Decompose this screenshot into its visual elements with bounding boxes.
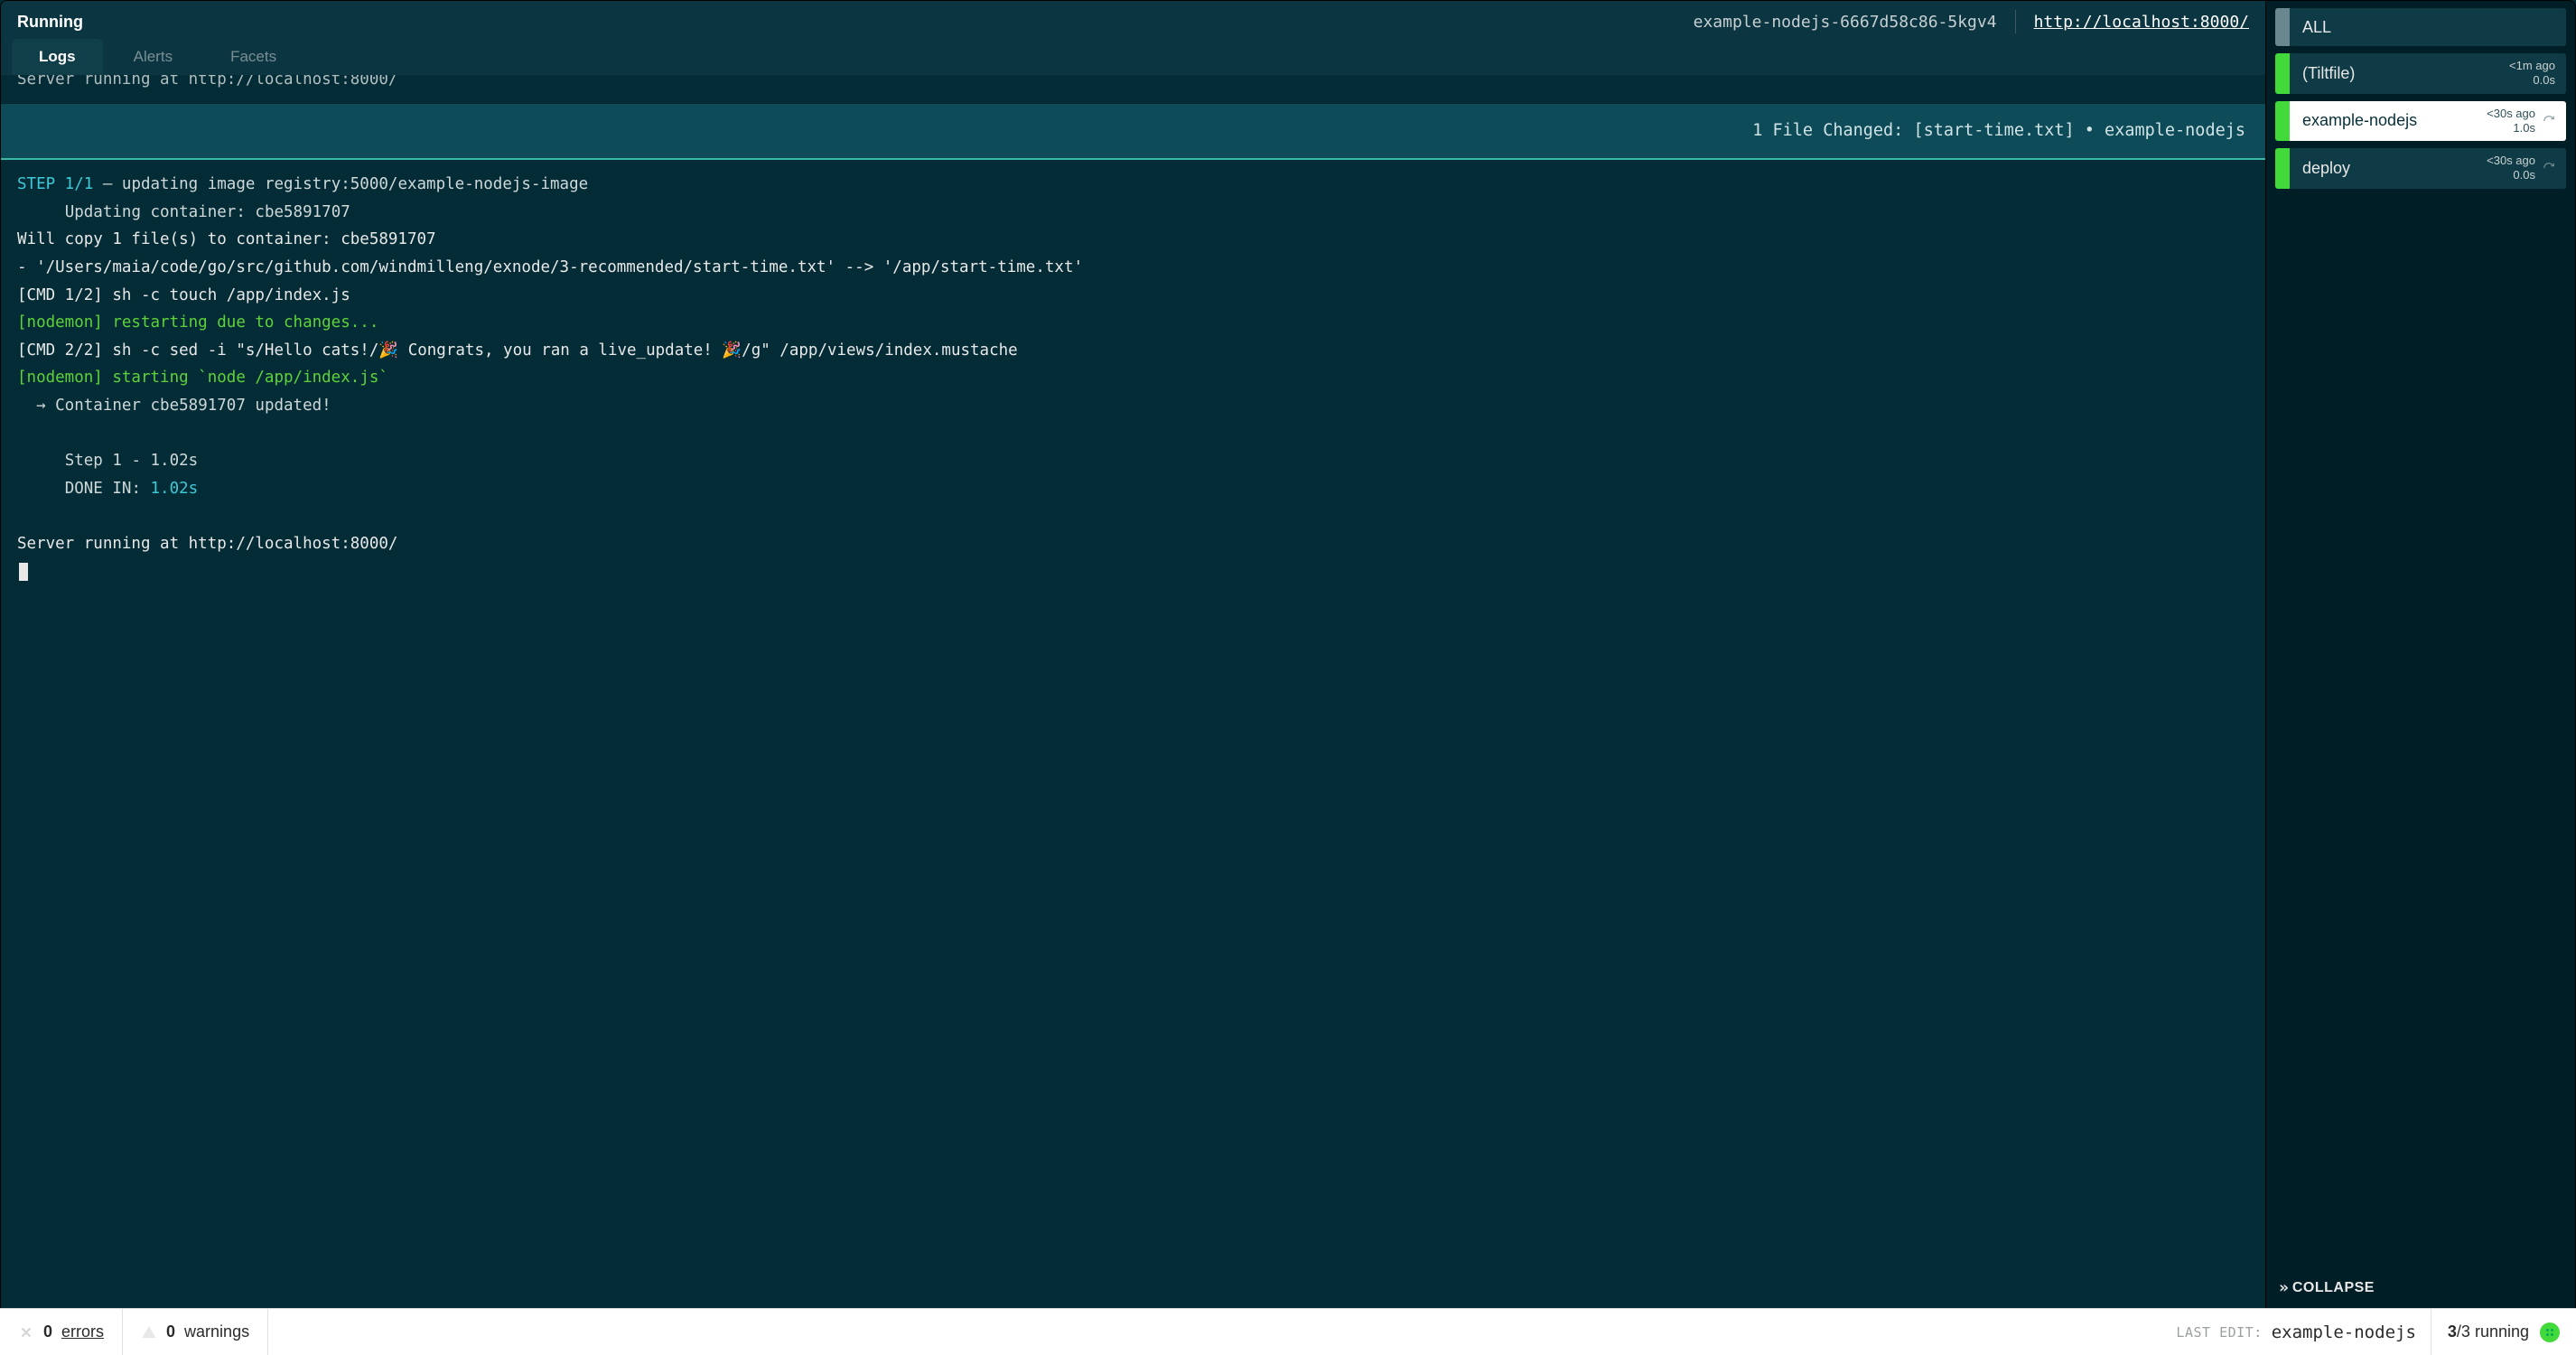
- resource-dur: 1.0s: [2513, 121, 2535, 136]
- status-bar: 0 errors 0 warnings LAST EDIT: example-n…: [0, 1308, 2576, 1355]
- refresh-icon: [2543, 115, 2555, 127]
- log-line: Server running at http://localhost:8000/: [17, 530, 2249, 558]
- running-total: 3: [2461, 1322, 2470, 1341]
- sidebar-item-all[interactable]: ALL: [2275, 8, 2566, 46]
- resource-name: example-nodejs: [2302, 111, 2417, 130]
- sidebar-item-deploy[interactable]: deploy <30s ago0.0s: [2275, 148, 2566, 189]
- log-line: Updating container: cbe5891707: [17, 199, 2249, 227]
- log-line: [nodemon] restarting due to changes...: [17, 309, 2249, 337]
- log-line: [17, 420, 2249, 448]
- endpoint-url[interactable]: http://localhost:8000/: [2034, 13, 2249, 32]
- log-line: [17, 503, 2249, 531]
- errors-cell[interactable]: 0 errors: [0, 1309, 123, 1355]
- pod-name: example-nodejs-6667d58c86-5kgv4: [1694, 13, 1997, 32]
- build-banner: 1 File Changed: [start-time.txt] • examp…: [1, 103, 2265, 160]
- warning-icon: [141, 1324, 157, 1341]
- collapse-label: COLLAPSE: [2292, 1280, 2375, 1296]
- sidebar-item-example-nodejs[interactable]: example-nodejs <30s ago1.0s: [2275, 101, 2566, 142]
- error-icon: [18, 1324, 34, 1341]
- log-header: Running example-nodejs-6667d58c86-5kgv4 …: [1, 1, 2265, 39]
- status-ok-icon: [2540, 1322, 2560, 1342]
- log-line: [CMD 1/2] sh -c touch /app/index.js: [17, 282, 2249, 310]
- chevrons-right-icon: »: [2279, 1278, 2285, 1297]
- resource-ago: <1m ago: [2509, 59, 2555, 73]
- errors-count: 0: [43, 1322, 52, 1341]
- resource-ago: <30s ago: [2487, 154, 2535, 168]
- sidebar-item--tiltfile-[interactable]: (Tiltfile) <1m ago0.0s: [2275, 53, 2566, 94]
- log-line: DONE IN: 1.02s: [17, 475, 2249, 503]
- log-pane: Running example-nodejs-6667d58c86-5kgv4 …: [1, 1, 2265, 1308]
- log-lines[interactable]: STEP 1/1 — updating image registry:5000/…: [1, 160, 2265, 593]
- collapse-button[interactable]: » COLLAPSE: [2266, 1267, 2575, 1308]
- log-line: [CMD 2/2] sh -c sed -i "s/Hello cats!/🎉 …: [17, 337, 2249, 365]
- log-body: Server running at http://localhost:8000/…: [1, 75, 2265, 1308]
- refresh-icon: [2543, 162, 2555, 174]
- log-line: Will copy 1 file(s) to container: cbe589…: [17, 226, 2249, 254]
- resource-dur: 0.0s: [2533, 73, 2555, 88]
- running-done: 3: [2448, 1322, 2457, 1341]
- resource-sidebar: ALL(Tiltfile)<1m ago0.0sexample-nodejs<3…: [2265, 1, 2575, 1308]
- log-line: [nodemon] starting `node /app/index.js`: [17, 364, 2249, 392]
- tab-alerts[interactable]: Alerts: [107, 39, 200, 75]
- pod-info: example-nodejs-6667d58c86-5kgv4 http://l…: [1694, 10, 2249, 33]
- log-line: Step 1 - 1.02s: [17, 447, 2249, 475]
- warnings-cell[interactable]: 0 warnings: [123, 1309, 268, 1355]
- tab-facets[interactable]: Facets: [203, 39, 303, 75]
- log-line: STEP 1/1 — updating image registry:5000/…: [17, 171, 2249, 199]
- log-tabs: LogsAlertsFacets: [1, 39, 2265, 75]
- last-edit-label: LAST EDIT:: [2176, 1324, 2262, 1341]
- divider: [2015, 10, 2016, 33]
- resource-name: deploy: [2302, 159, 2350, 178]
- tab-logs[interactable]: Logs: [12, 39, 103, 75]
- resource-dur: 0.0s: [2513, 168, 2535, 182]
- errors-label: errors: [61, 1322, 104, 1341]
- running-label: running: [2475, 1322, 2529, 1341]
- warnings-count: 0: [166, 1322, 175, 1341]
- cursor: [19, 563, 28, 581]
- resource-list: ALL(Tiltfile)<1m ago0.0sexample-nodejs<3…: [2266, 1, 2575, 196]
- resource-status: Running: [17, 13, 83, 32]
- log-line: → Container cbe5891707 updated!: [17, 392, 2249, 420]
- running-cell: 3/3 running: [2431, 1309, 2576, 1355]
- last-edit-cell: LAST EDIT: example-nodejs: [268, 1309, 2431, 1355]
- resource-ago: <30s ago: [2487, 107, 2535, 121]
- log-line: - '/Users/maia/code/go/src/github.com/wi…: [17, 254, 2249, 282]
- warnings-label: warnings: [184, 1322, 249, 1341]
- log-line-truncated: Server running at http://localhost:8000/: [1, 75, 2265, 94]
- last-edit-name: example-nodejs: [2272, 1322, 2416, 1342]
- resource-name: (Tiltfile): [2302, 64, 2355, 83]
